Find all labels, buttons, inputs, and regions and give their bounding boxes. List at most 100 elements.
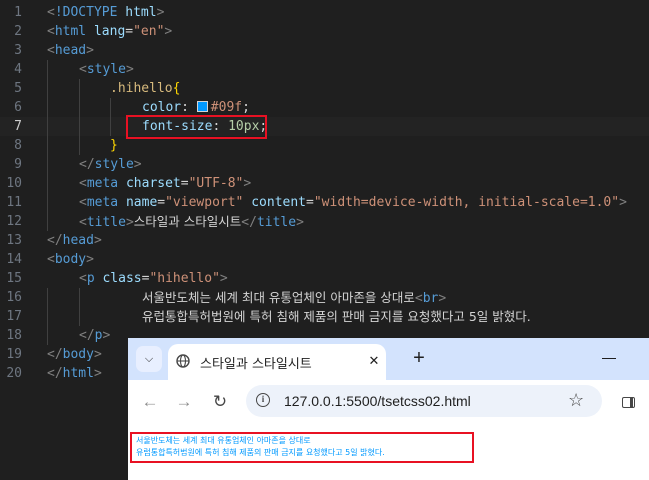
code-token: head xyxy=(54,43,87,58)
code-line[interactable]: 6 color: #09f; xyxy=(0,98,649,117)
line-number: 15 xyxy=(6,271,22,286)
code-token: meta xyxy=(86,176,119,191)
code-line[interactable]: 16 서울반도체는 세계 최대 유통업체인 아마존을 상대로<br> xyxy=(0,288,649,307)
code-text: <p class="hihello"> xyxy=(79,269,228,288)
code-line[interactable]: 13 </head> xyxy=(0,231,649,250)
code-token: > xyxy=(243,176,252,191)
line-number: 2 xyxy=(14,24,22,39)
code-line[interactable]: 7 font-size: 10px; xyxy=(0,117,649,136)
reload-button[interactable]: ↻ xyxy=(208,390,232,414)
chevron-down-icon: ⌵ xyxy=(144,353,154,365)
code-token: </ xyxy=(79,157,95,172)
code-line[interactable]: 1 <!DOCTYPE html> xyxy=(0,3,649,22)
code-token: "UTF-8" xyxy=(188,176,244,191)
code-token: color xyxy=(142,100,182,115)
code-text: } xyxy=(110,136,118,155)
browser-window: ⌵ 스타일과 스타일시트 ✕ + ← → ↻ i 127.0.0.1:5500/… xyxy=(128,338,649,480)
code-token: > xyxy=(619,195,627,210)
code-text: </p> xyxy=(79,326,110,345)
minimize-window-button[interactable] xyxy=(602,358,616,359)
code-token: </ xyxy=(79,328,95,343)
code-token: > xyxy=(93,366,102,381)
code-token: < xyxy=(47,24,55,39)
code-token: ; xyxy=(242,100,250,115)
code-line[interactable]: 14 <body> xyxy=(0,250,649,269)
code-token: content xyxy=(251,195,307,210)
browser-tab[interactable]: 스타일과 스타일시트 ✕ xyxy=(168,344,386,380)
tab-search-button[interactable]: ⌵ xyxy=(136,346,162,372)
code-line[interactable]: 15 <p class="hihello"> xyxy=(0,269,649,288)
code-token: < xyxy=(79,215,87,230)
code-token: !DOCTYPE xyxy=(54,5,118,20)
indent-guide xyxy=(79,288,80,326)
code-text: 서울반도체는 세계 최대 유통업체인 아마존을 상대로<br> xyxy=(142,288,446,308)
code-text: 유럽통합특허법원에 특허 침해 제품의 판매 금지를 요청했다고 5일 밝혔다. xyxy=(142,307,531,327)
code-line[interactable]: 12 <title>스타일과 스타일시트</title> xyxy=(0,212,649,231)
code-token: "en" xyxy=(133,24,165,39)
line-number: 18 xyxy=(6,328,22,343)
indent-guide xyxy=(47,288,48,345)
code-text: .hihello{ xyxy=(110,79,180,98)
code-token: 서울반도체는 세계 최대 유통업체인 아마존을 상대로 xyxy=(142,290,415,305)
line-number: 11 xyxy=(6,195,22,210)
code-token: > xyxy=(438,291,447,306)
code-token: > xyxy=(296,215,304,230)
line-number: 1 xyxy=(14,5,22,20)
code-token: > xyxy=(164,24,173,39)
code-line[interactable]: 8} xyxy=(0,136,649,155)
code-text: </html> xyxy=(47,364,102,383)
code-text: </style> xyxy=(79,155,142,174)
side-panel-icon[interactable] xyxy=(622,397,635,408)
close-tab-icon[interactable]: ✕ xyxy=(364,351,384,371)
line-number: 17 xyxy=(6,309,22,324)
line-number: 14 xyxy=(6,252,22,267)
code-text: <html lang="en"> xyxy=(47,22,172,41)
code-token: > xyxy=(86,252,94,267)
code-token: </ xyxy=(241,215,257,230)
code-token: </ xyxy=(47,347,63,362)
color-swatch-icon xyxy=(196,101,208,112)
bookmark-star-icon[interactable]: ☆ xyxy=(568,390,584,411)
info-icon[interactable]: i xyxy=(256,393,270,407)
code-line[interactable]: 4 <style> xyxy=(0,60,649,79)
address-bar[interactable]: i 127.0.0.1:5500/tsetcss02.html ☆ xyxy=(246,385,602,417)
code-token: head xyxy=(62,233,94,248)
code-line[interactable]: 5 .hihello{ xyxy=(0,79,649,98)
code-token: 유럽통합특허법원에 특허 침해 제품의 판매 금지를 요청했다고 5일 밝혔다. xyxy=(142,309,531,324)
code-token: name xyxy=(125,195,158,210)
code-line[interactable]: 11 <meta name="viewport" content="width=d… xyxy=(0,193,649,212)
back-button[interactable]: ← xyxy=(138,390,162,414)
code-token: br xyxy=(422,291,439,306)
code-token: 스타일과 스타일시트 xyxy=(133,214,242,229)
code-token: = xyxy=(306,195,314,210)
code-token: html xyxy=(125,5,157,20)
code-line[interactable]: 9 </style> xyxy=(0,155,649,174)
line-number: 10 xyxy=(6,176,22,191)
code-token: < xyxy=(47,252,55,267)
tab-title: 스타일과 스타일시트 xyxy=(200,357,312,372)
code-token: "width=device-width, initial-scale=1.0" xyxy=(313,195,620,210)
line-number: 9 xyxy=(14,157,22,172)
code-token: } xyxy=(110,138,118,153)
code-text: <meta charset="UTF-8"> xyxy=(79,174,251,193)
code-token: body xyxy=(54,252,87,267)
new-tab-button[interactable]: + xyxy=(408,347,430,369)
code-token: < xyxy=(47,43,55,58)
line-number: 19 xyxy=(6,347,22,362)
code-token: < xyxy=(79,195,87,210)
code-line[interactable]: 17 유럽통합특허법원에 특허 침해 제품의 판매 금지를 요청했다고 5일 밝혔… xyxy=(0,307,649,326)
line-number: 8 xyxy=(14,138,22,153)
code-token: > xyxy=(86,43,94,58)
code-text: </head> xyxy=(47,231,102,250)
forward-button[interactable]: → xyxy=(172,390,196,414)
url-text[interactable]: 127.0.0.1:5500/tsetcss02.html xyxy=(284,393,471,409)
code-token: meta xyxy=(86,195,119,210)
code-token: = xyxy=(157,195,166,210)
code-line[interactable]: 10 <meta charset="UTF-8"> xyxy=(0,174,649,193)
code-token: </ xyxy=(47,366,63,381)
code-line[interactable]: 2 <html lang="en"> xyxy=(0,22,649,41)
line-number: 6 xyxy=(14,100,22,115)
code-token: > xyxy=(133,157,142,172)
code-line[interactable]: 3 <head> xyxy=(0,41,649,60)
